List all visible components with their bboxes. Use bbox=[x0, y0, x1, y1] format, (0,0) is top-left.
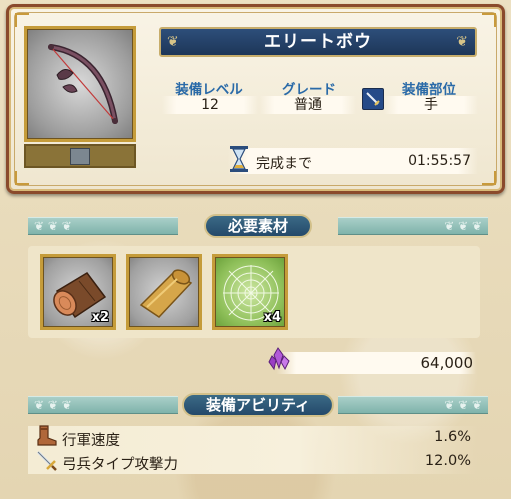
grade-label: グレード bbox=[282, 82, 336, 98]
timer-value: 01:55:57 bbox=[408, 153, 471, 169]
abilities-header: ❦ ❦ ❦ ❦ ❦ ❦ 装備アビリティ bbox=[28, 393, 488, 417]
ornament-icon: ❦ bbox=[456, 34, 469, 50]
sword-icon bbox=[36, 450, 57, 471]
item-name: エリートボウ bbox=[264, 32, 372, 52]
level-label: 装備レベル bbox=[175, 82, 243, 98]
material-slot-leather[interactable] bbox=[126, 254, 202, 330]
timer-label: 完成まで bbox=[256, 156, 312, 172]
ability-value: 12.0% bbox=[424, 453, 471, 469]
material-qty: x4 bbox=[263, 310, 281, 325]
bow-icon bbox=[48, 44, 118, 124]
item-slot-bar bbox=[24, 144, 136, 168]
materials-header: ❦ ❦ ❦ ❦ ❦ ❦ 必要素材 bbox=[28, 214, 488, 238]
abilities-title: 装備アビリティ bbox=[181, 393, 335, 417]
ornament-icon: ❦ bbox=[167, 34, 180, 50]
hourglass-icon bbox=[230, 146, 248, 172]
cost-value: 64,000 bbox=[420, 354, 474, 372]
crystal-icon bbox=[268, 347, 290, 371]
gem-slot-icon bbox=[70, 148, 90, 165]
slot-label: 装備部位 bbox=[402, 82, 456, 98]
boot-icon bbox=[37, 425, 57, 446]
material-slot-log[interactable]: x2 bbox=[40, 254, 116, 330]
material-slot-web[interactable]: x4 bbox=[212, 254, 288, 330]
materials-title: 必要素材 bbox=[203, 214, 313, 238]
ability-name: 行軍速度 bbox=[62, 433, 120, 449]
level-value: 12 bbox=[162, 96, 258, 114]
item-portrait[interactable] bbox=[24, 26, 136, 142]
grade-value: 普通 bbox=[260, 96, 356, 114]
slot-sword-icon bbox=[362, 88, 384, 110]
slot-value: 手 bbox=[384, 96, 478, 114]
ability-value: 1.6% bbox=[434, 429, 471, 445]
item-title-banner: ❦ エリートボウ ❦ bbox=[159, 27, 477, 57]
material-qty: x2 bbox=[91, 310, 109, 325]
ability-name: 弓兵タイプ攻撃力 bbox=[62, 457, 178, 473]
leather-roll-icon bbox=[139, 269, 193, 318]
